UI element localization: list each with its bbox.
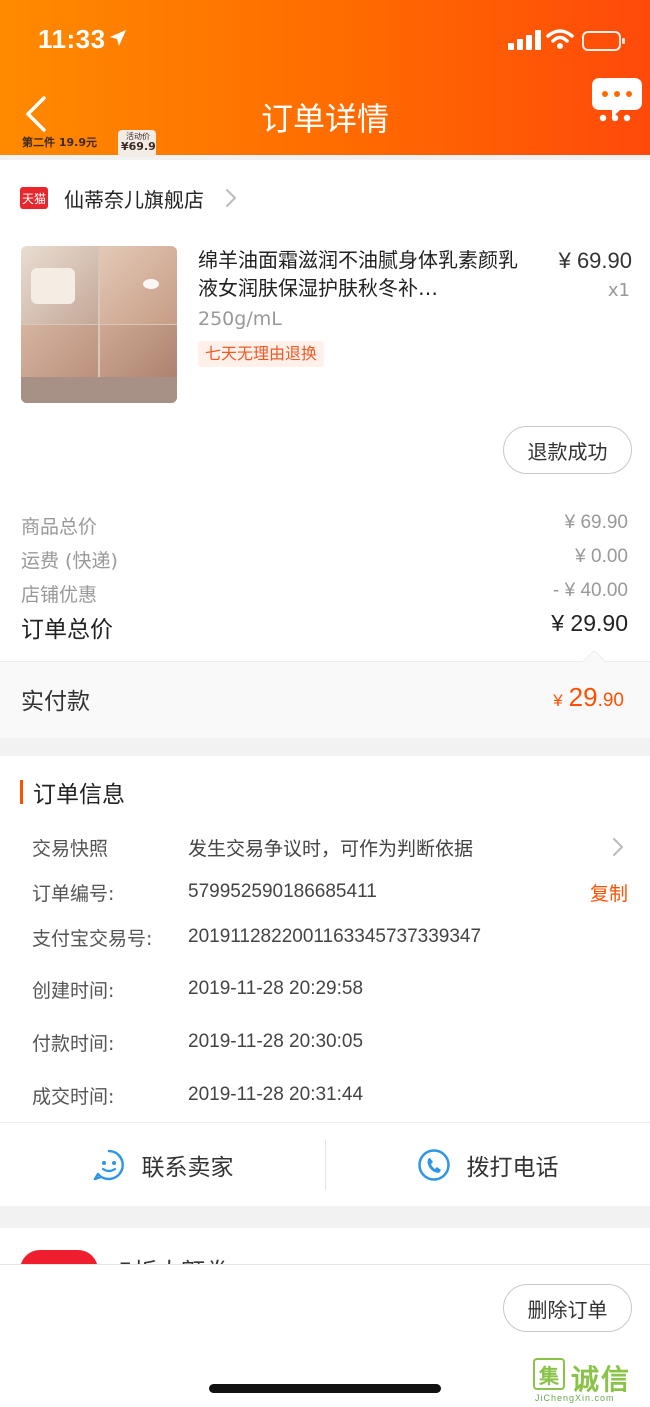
service-tag: 七天无理由退换 (198, 341, 325, 367)
product-price: ¥ 69.90 (558, 248, 632, 273)
info-row-created: 创建时间: 2019-11-28 20:29:58 (32, 974, 630, 1004)
info-value: 2019-11-28 20:30:05 (188, 1031, 364, 1052)
watermark-sub: JiChengXin.com (535, 1393, 615, 1403)
watermark-logo: 集 诚信 JiChengXin.com (533, 1358, 648, 1404)
info-row-deal-time: 成交时间: 2019-11-28 20:31:44 (32, 1080, 630, 1110)
order-total-value: ¥ 29.90 (551, 610, 628, 636)
info-label: 付款时间: (32, 1032, 115, 1055)
fee-label: 商品总价 (21, 516, 98, 538)
tmall-badge: 天猫 (20, 187, 48, 209)
more-chat-icon[interactable] (590, 74, 644, 130)
order-total-label: 订单总价 (21, 617, 113, 643)
watermark-box: 集 (533, 1358, 565, 1390)
refund-status-button[interactable]: 退款成功 (503, 426, 632, 474)
info-label: 支付宝交易号: (32, 927, 153, 950)
info-label: 订单编号: (32, 882, 115, 905)
info-row-snapshot[interactable]: 交易快照 发生交易争议时，可作为判断依据 (32, 832, 630, 862)
app-header: 11:33 订单详情 (0, 0, 650, 155)
info-label: 成交时间: (32, 1085, 115, 1108)
wifi-icon (546, 29, 574, 49)
paid-decimal: .90 (597, 690, 624, 711)
contact-bar: 联系卖家 拨打电话 (0, 1122, 650, 1206)
shop-row[interactable]: 天猫 仙蒂奈儿旗舰店 (20, 182, 238, 214)
contact-seller-label: 联系卖家 (141, 1155, 234, 1181)
fee-row-discount: 店铺优惠 - ¥ 40.00 (21, 580, 628, 607)
info-label: 创建时间: (32, 979, 115, 1002)
status-bar: 11:33 (0, 0, 650, 80)
info-value: 579952590186685411 (188, 881, 377, 902)
fee-label: 运费 (快递) (21, 550, 118, 572)
fee-label: 店铺优惠 (21, 584, 98, 606)
info-label: 交易快照 (32, 837, 109, 860)
paid-label: 实付款 (21, 689, 90, 715)
section-title: 订单信息 (33, 782, 125, 808)
order-total-row: 订单总价 ¥ 29.90 (21, 610, 628, 644)
signal-icon (508, 30, 541, 50)
thumb-promo-text: 第二件 19.9元 (22, 136, 97, 149)
fee-value: - ¥ 40.00 (553, 580, 628, 601)
delete-order-button[interactable]: 删除订单 (503, 1284, 632, 1332)
info-row-order-number: 订单编号: 579952590186685411 复制 (32, 877, 630, 907)
paid-integer: 29 (568, 682, 598, 712)
copy-button[interactable]: 复制 (590, 879, 628, 906)
home-indicator[interactable] (209, 1384, 441, 1393)
product-spec: 250g/mL (198, 308, 282, 330)
chevron-right-icon (226, 189, 237, 207)
info-value: 2019-11-28 20:29:58 (188, 978, 364, 999)
thumb-tag-price: ¥69.9 (121, 140, 156, 153)
phone-icon (417, 1149, 450, 1181)
watermark-text: 诚信 (571, 1363, 632, 1396)
info-row-paid-time: 付款时间: 2019-11-28 20:30:05 (32, 1027, 630, 1057)
recommend-card[interactable]: 5折大额券 (0, 1228, 650, 1268)
call-phone-label: 拨打电话 (466, 1155, 559, 1181)
paid-currency: ¥ (553, 691, 563, 710)
caret-up-icon (582, 650, 606, 662)
shop-name: 仙蒂奈儿旗舰店 (64, 187, 204, 212)
section-accent-bar (20, 780, 23, 804)
status-time: 11:33 (38, 24, 106, 54)
info-row-alipay-number: 支付宝交易号: 2019112822001163345737339347 (32, 922, 630, 952)
order-info-heading: 订单信息 (20, 775, 125, 809)
paid-amount: ¥29.90 (553, 682, 624, 713)
location-arrow-icon (110, 30, 126, 46)
call-phone-button[interactable]: 拨打电话 (325, 1123, 650, 1207)
fee-row-goods: 商品总价 ¥ 69.90 (21, 512, 628, 539)
info-value: 2019-11-28 20:31:44 (188, 1084, 364, 1105)
battery-icon (582, 31, 625, 51)
page-title: 订单详情 (260, 100, 389, 138)
fee-row-shipping: 运费 (快递) ¥ 0.00 (21, 546, 628, 573)
info-value: 发生交易争议时，可作为判断依据 (188, 837, 474, 860)
fee-value: ¥ 69.90 (564, 512, 628, 533)
contact-seller-button[interactable]: 联系卖家 (0, 1123, 325, 1207)
product-title[interactable]: 绵羊油面霜滋润不油腻身体乳素颜乳液女润肤保湿护肤秋冬补… (198, 246, 528, 302)
chevron-right-icon (613, 838, 624, 856)
chat-face-icon (93, 1149, 124, 1181)
fee-value: ¥ 0.00 (575, 546, 628, 567)
product-quantity: x1 (607, 280, 630, 301)
info-value: 2019112822001163345737339347 (188, 926, 482, 947)
product-thumbnail[interactable] (21, 246, 177, 403)
